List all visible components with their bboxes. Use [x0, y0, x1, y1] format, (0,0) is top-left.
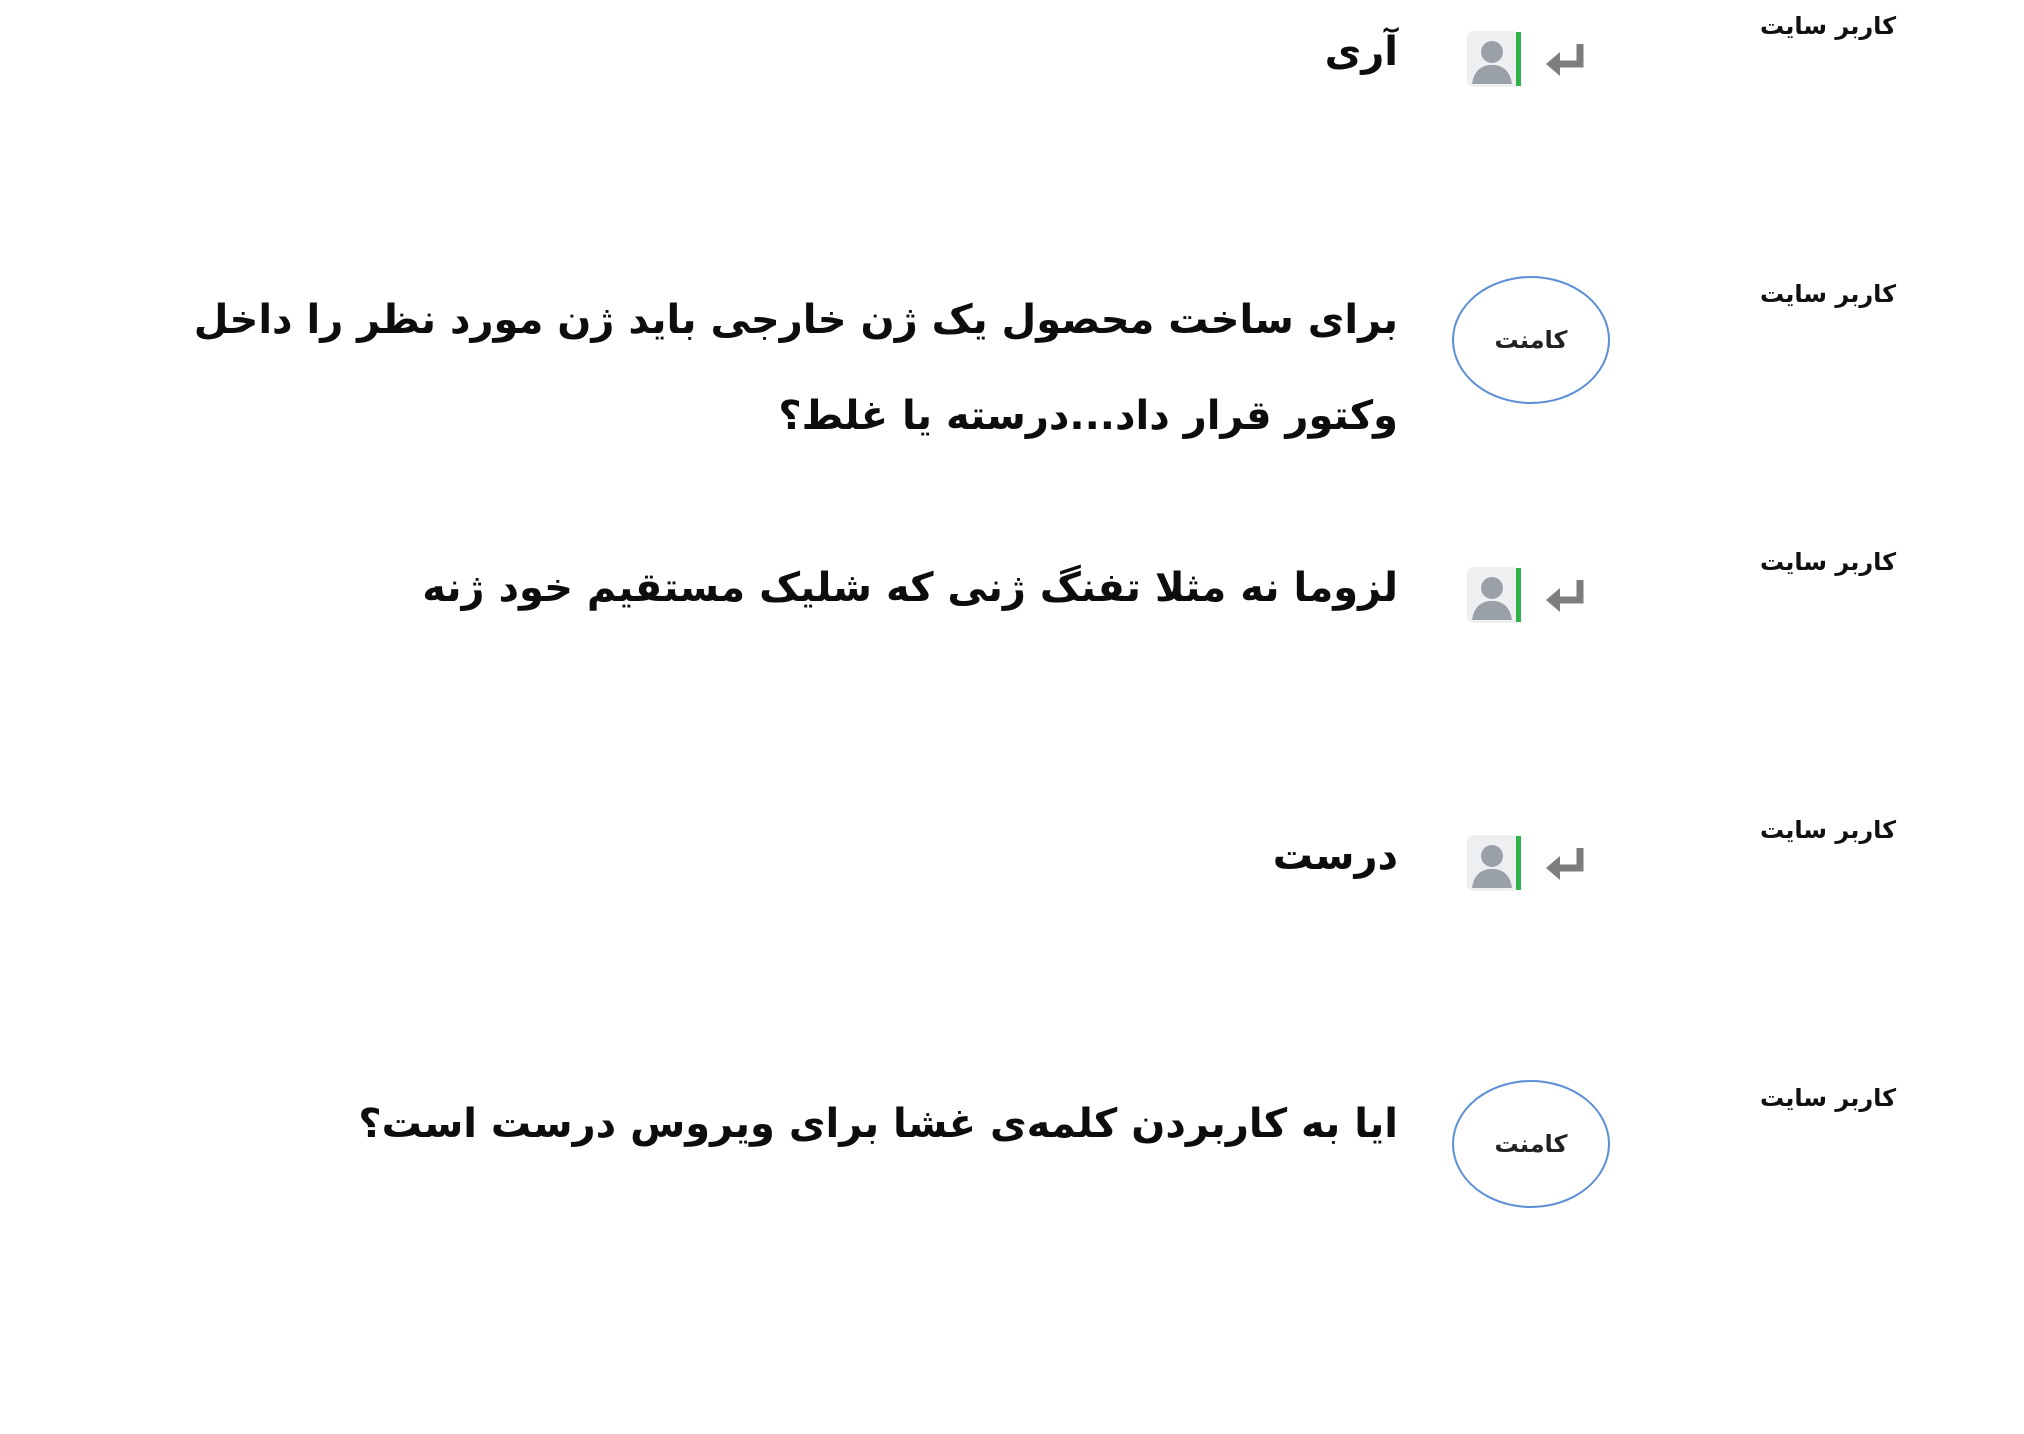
user-avatar-icon[interactable]: [1466, 30, 1522, 88]
author-name[interactable]: کاربر سایت: [1760, 1084, 1990, 1112]
reply-arrow-icon[interactable]: [1542, 844, 1588, 884]
comment-text: آری: [1324, 29, 1398, 75]
comment-text: درست: [1272, 833, 1398, 879]
user-avatar-icon[interactable]: [1466, 834, 1522, 892]
author-name[interactable]: کاربر سایت: [1760, 816, 1990, 844]
comment-badge[interactable]: کامنت: [1452, 276, 1610, 404]
user-avatar-icon[interactable]: [1466, 566, 1522, 624]
reply-arrow-icon[interactable]: [1542, 576, 1588, 616]
comment-text: ایا به کاربردن کلمه‌ی غشا برای ویروس درس…: [358, 1101, 1398, 1147]
author-name[interactable]: کاربر سایت: [1760, 12, 1990, 40]
comment-text: لزوما نه مثلا تفنگ ژنی که شلیک مستقیم خو…: [422, 565, 1398, 611]
author-name[interactable]: کاربر سایت: [1760, 548, 1990, 576]
reply-arrow-icon[interactable]: [1542, 40, 1588, 80]
comment-badge[interactable]: کامنت: [1452, 1080, 1610, 1208]
comment-text: برای ساخت محصول یک ژن خارجی باید ژن مورد…: [193, 297, 1398, 439]
author-name[interactable]: کاربر سایت: [1760, 280, 1990, 308]
comment-thread: کاربر سایت آری کاربر سایت کامنت برای ساخ…: [0, 0, 2024, 1434]
